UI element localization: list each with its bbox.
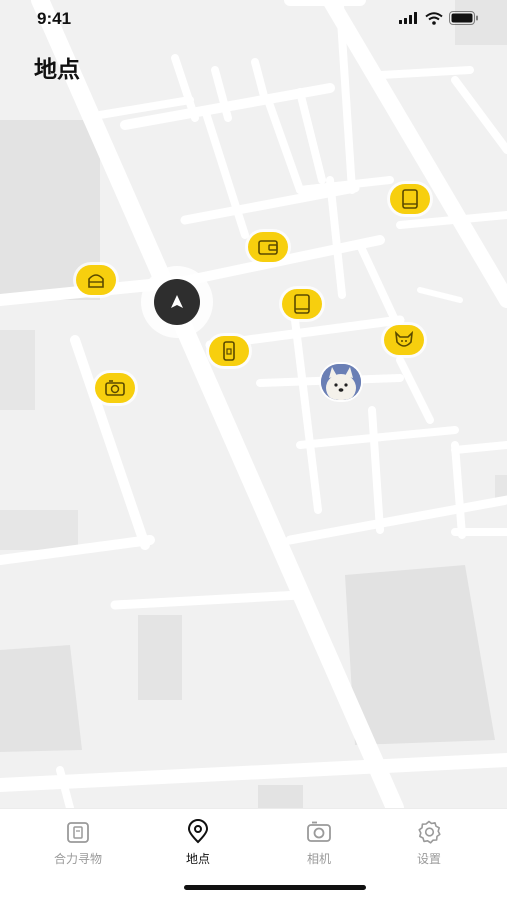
- camera-icon: [307, 821, 331, 842]
- tab-label: 合力寻物: [53, 852, 102, 866]
- clipboard-icon: [67, 822, 89, 843]
- status-time: 9:41: [37, 9, 72, 28]
- phone-icon: [223, 341, 235, 361]
- bag-pin[interactable]: [76, 265, 116, 295]
- pet-pin[interactable]: [384, 325, 424, 355]
- status-icons: [399, 11, 479, 25]
- current-location-button[interactable]: [141, 266, 213, 338]
- tab-label: 地点: [185, 852, 210, 866]
- tablet-pin-2[interactable]: [282, 289, 322, 319]
- tab-label: 相机: [306, 852, 331, 866]
- tab-camera[interactable]: 相机: [274, 817, 364, 867]
- gear-icon: [418, 820, 441, 844]
- status-bar: 9:41: [0, 0, 507, 40]
- tab-label: 设置: [416, 852, 441, 866]
- tablet-icon: [294, 294, 310, 314]
- phone-pin[interactable]: [209, 336, 249, 366]
- wifi-icon: [425, 11, 443, 25]
- tablet-icon: [402, 189, 418, 209]
- tab-settings[interactable]: 设置: [384, 817, 474, 867]
- home-indicator[interactable]: [184, 885, 366, 890]
- map-view[interactable]: [0, 0, 507, 808]
- bag-icon: [88, 274, 104, 288]
- signal-icon: [399, 12, 417, 24]
- tablet-pin[interactable]: [390, 184, 430, 214]
- wallet-pin[interactable]: [248, 232, 288, 262]
- tab-collaborative-search[interactable]: 合力寻物: [33, 817, 123, 867]
- wallet-icon: [258, 240, 278, 255]
- navigation-arrow-icon: [171, 295, 183, 308]
- pet-icon: [394, 330, 414, 347]
- page-title: 地点: [34, 57, 80, 83]
- tab-location[interactable]: 地点: [153, 817, 243, 867]
- map-base: [0, 0, 507, 808]
- location-pin-icon: [187, 819, 209, 844]
- battery-icon: [449, 11, 478, 25]
- camera-pin[interactable]: [95, 373, 135, 403]
- camera-icon: [105, 380, 125, 396]
- dog-avatar-image: [321, 364, 361, 400]
- user-avatar[interactable]: [321, 364, 361, 400]
